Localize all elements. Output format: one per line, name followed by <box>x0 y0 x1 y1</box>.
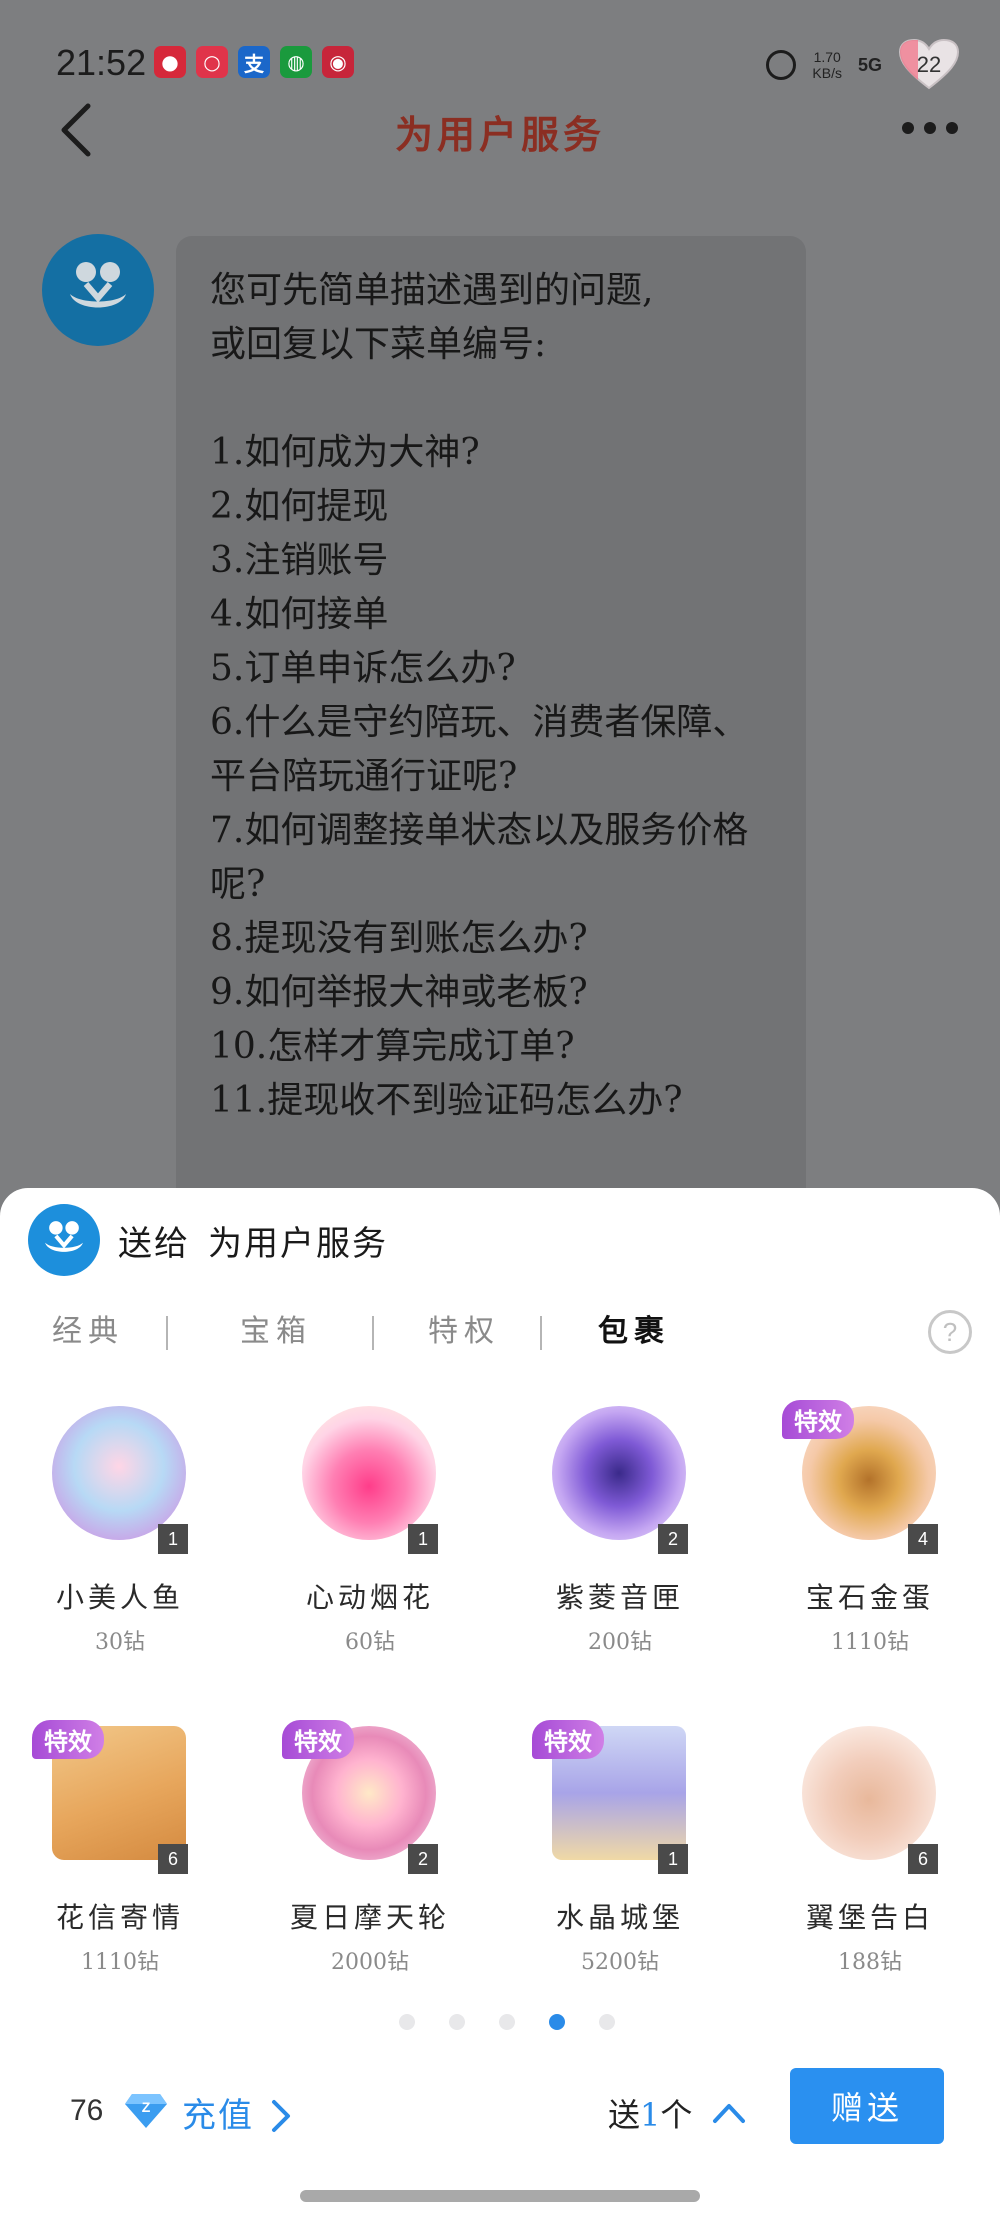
more-icon[interactable] <box>902 122 958 134</box>
recharge-link[interactable]: 充值 <box>182 2088 254 2137</box>
tab-classic[interactable]: 经典 <box>52 1306 124 1350</box>
gift-item[interactable]: 6 翼堡告白 188钻 <box>750 1726 1000 2026</box>
recipient-name: 为用户服务 <box>208 1223 388 1264</box>
chevron-up-icon[interactable] <box>712 2102 746 2124</box>
chevron-right-icon[interactable] <box>270 2098 292 2134</box>
page-dot-active[interactable] <box>549 2014 565 2030</box>
gift-price: 30钻 <box>95 1630 145 1655</box>
page-title: 为用户服务 <box>394 112 605 157</box>
tab-divider <box>372 1316 374 1350</box>
gift-name: 紫菱音匣 <box>555 1581 684 1614</box>
gift-count: 2 <box>408 1844 438 1874</box>
wing-castle-gift-image <box>802 1726 936 1860</box>
page-indicator <box>0 2014 1000 2030</box>
gift-price: 1110钻 <box>831 1630 909 1655</box>
page-dot[interactable] <box>599 2014 615 2030</box>
tab-divider <box>540 1316 542 1350</box>
gift-count: 2 <box>658 1524 688 1554</box>
gift-item[interactable]: 特效 1 水晶城堡 5200钻 <box>500 1720 750 2026</box>
gift-count: 1 <box>408 1524 438 1554</box>
gift-action-bar: 76 Z 充值 送1个 赠送 <box>0 2068 1000 2168</box>
gift-name: 宝石金蛋 <box>805 1581 934 1614</box>
signal-indicator: 5G <box>857 54 882 75</box>
gift-count: 4 <box>908 1524 938 1554</box>
effect-badge: 特效 <box>32 1720 104 1759</box>
alarm-icon <box>766 50 797 80</box>
gift-count: 6 <box>158 1844 188 1874</box>
tab-package[interactable]: 包裹 <box>598 1306 670 1350</box>
gift-name: 水晶城堡 <box>555 1901 684 1934</box>
mermaid-gift-image <box>52 1406 186 1540</box>
gift-item[interactable]: 2 紫菱音匣 200钻 <box>500 1406 750 1706</box>
net-speed-unit: KB/s <box>812 65 842 81</box>
recipient-avatar <box>28 1204 100 1276</box>
gift-item[interactable]: 特效 6 花信寄情 1110钻 <box>0 1720 250 2026</box>
gift-price: 1110钻 <box>81 1950 159 1975</box>
tab-chest[interactable]: 宝箱 <box>240 1306 312 1350</box>
gift-price: 200钻 <box>588 1630 652 1655</box>
gift-name: 小美人鱼 <box>55 1581 184 1614</box>
gift-item[interactable]: 1 小美人鱼 30钻 <box>0 1406 250 1706</box>
gift-count: 1 <box>158 1524 188 1554</box>
service-avatar[interactable] <box>42 234 154 346</box>
effect-badge: 特效 <box>782 1400 854 1439</box>
page-dot[interactable] <box>449 2014 465 2030</box>
gift-tabs: 经典 宝箱 特权 包裹 ? <box>0 1306 1000 1362</box>
effect-badge: 特效 <box>282 1720 354 1759</box>
send-to-label: 送给 为用户服务 <box>118 1216 406 1265</box>
give-button[interactable]: 赠送 <box>790 2068 944 2144</box>
gift-count: 1 <box>658 1844 688 1874</box>
gift-item[interactable]: 特效 2 夏日摩天轮 2000钻 <box>250 1720 500 2026</box>
send-quantity-selector[interactable]: 送1个 <box>608 2090 692 2136</box>
diamond-icon: Z <box>125 2094 167 2128</box>
send-prefix: 送 <box>608 2096 641 2134</box>
gift-name: 心动烟花 <box>305 1581 434 1614</box>
chat-bubble: 您可先简单描述遇到的问题, 或回复以下菜单编号: 1.如何成为大神? 2.如何提… <box>176 236 806 1236</box>
wechat-icon: ◍ <box>280 46 312 78</box>
gift-price: 188钻 <box>838 1950 902 1975</box>
send-to-prefix: 送给 <box>118 1223 190 1264</box>
notification-icons: ● ○ 支 ◍ ◉ <box>154 46 354 78</box>
gift-item[interactable]: 特效 4 宝石金蛋 1110钻 <box>750 1400 1000 1706</box>
gramophone-gift-image <box>552 1406 686 1540</box>
unionpay-icon: ◉ <box>322 46 354 78</box>
gift-panel: 送给 为用户服务 经典 宝箱 特权 包裹 ? 1 小美人鱼 30钻 1 心动烟花 … <box>0 1188 1000 2222</box>
net-speed: 1.70 KB/s <box>812 49 842 81</box>
weibo-icon: ● <box>154 46 186 78</box>
page-dot[interactable] <box>499 2014 515 2030</box>
alipay-icon: 支 <box>238 46 270 78</box>
gift-name: 夏日摩天轮 <box>289 1901 450 1934</box>
gift-name: 花信寄情 <box>55 1901 184 1934</box>
diamond-balance: 76 <box>70 2094 104 2127</box>
effect-badge: 特效 <box>532 1720 604 1759</box>
gift-price: 60钻 <box>345 1630 395 1655</box>
tab-divider <box>166 1316 168 1350</box>
help-icon[interactable]: ? <box>928 1310 972 1354</box>
net-speed-value: 1.70 <box>813 49 841 65</box>
nav-bar: 为用户服务 <box>0 80 1000 180</box>
tab-privilege[interactable]: 特权 <box>428 1306 500 1350</box>
chat-bubble-icon: ○ <box>196 46 228 78</box>
svg-text:Z: Z <box>142 2099 151 2115</box>
gift-item[interactable]: 1 心动烟花 60钻 <box>250 1406 500 1706</box>
status-time: 21:52 <box>56 42 147 83</box>
chat-message-text: 您可先简单描述遇到的问题, 或回复以下菜单编号: 1.如何成为大神? 2.如何提… <box>210 270 749 1121</box>
perfume-fireworks-gift-image <box>302 1406 436 1540</box>
page-dot[interactable] <box>399 2014 415 2030</box>
gift-price: 5200钻 <box>581 1950 659 1975</box>
send-quantity: 1 <box>640 2096 661 2134</box>
send-suffix: 个 <box>660 2096 693 2134</box>
battery-level: 22 <box>916 52 942 77</box>
gift-panel-header: 送给 为用户服务 <box>28 1204 406 1276</box>
gift-price: 2000钻 <box>331 1950 409 1975</box>
gift-count: 6 <box>908 1844 938 1874</box>
gift-name: 翼堡告白 <box>805 1901 934 1934</box>
home-indicator[interactable] <box>300 2190 700 2202</box>
